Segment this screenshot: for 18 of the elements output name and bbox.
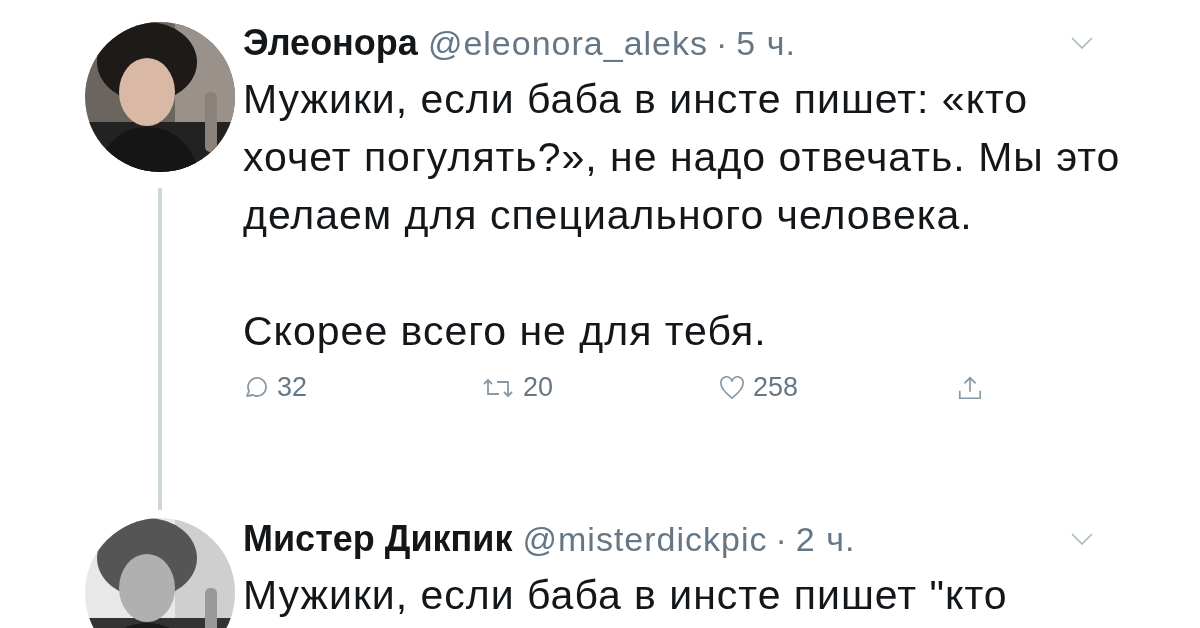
action-count: 258 bbox=[753, 372, 799, 403]
action-count: 32 bbox=[277, 372, 308, 403]
tweet-text: Скорее всего не для тебя. bbox=[243, 307, 768, 356]
separator: · bbox=[716, 24, 729, 63]
heart-icon[interactable] bbox=[719, 374, 745, 401]
share-icon[interactable] bbox=[957, 374, 983, 401]
chevron-down-icon[interactable] bbox=[1071, 533, 1093, 545]
user-name[interactable]: Мистер Дикпик bbox=[243, 518, 513, 560]
timestamp[interactable]: 5 ч. bbox=[736, 24, 796, 63]
tweet-text: Мужики, если баба в инсте пишет "кто bbox=[243, 571, 1009, 620]
user-handle[interactable]: @eleonora_aleks bbox=[427, 24, 708, 63]
user-name[interactable]: Элеонора bbox=[243, 22, 418, 64]
action-count: 20 bbox=[523, 372, 554, 403]
separator: · bbox=[775, 520, 788, 559]
chevron-down-icon[interactable] bbox=[1071, 37, 1093, 49]
tweet-text: Мужики, если баба в инсте пишет: «кто хочет погулять?», не надо отвечать. Мы это делаем для специального человека. bbox=[243, 75, 1122, 240]
user-handle[interactable]: @misterdickpic bbox=[522, 520, 768, 559]
timestamp[interactable]: 2 ч. bbox=[795, 520, 856, 559]
